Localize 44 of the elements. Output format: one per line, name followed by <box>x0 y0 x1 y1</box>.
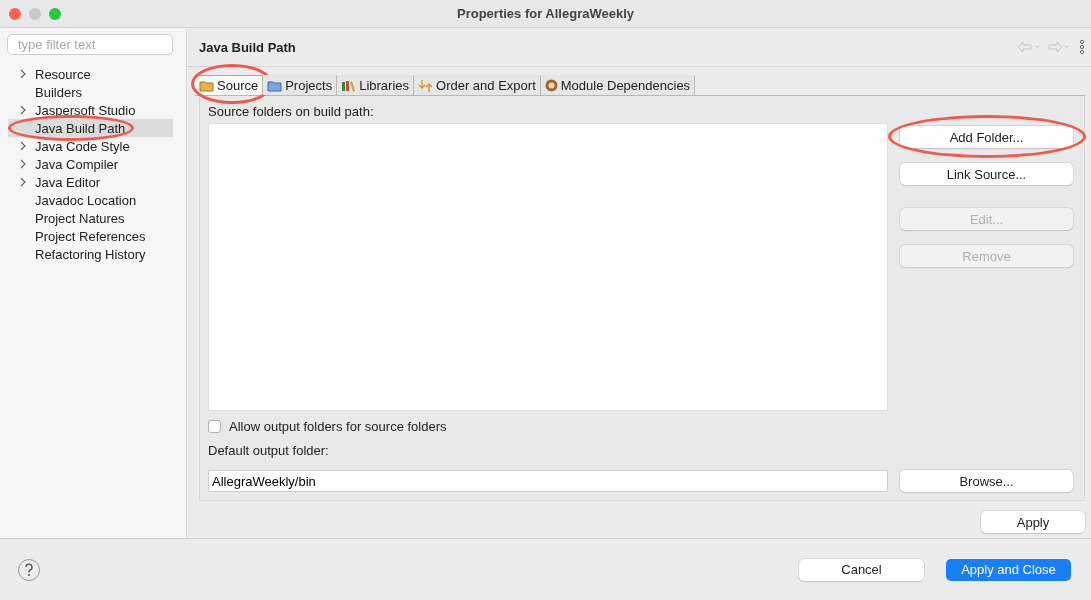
sidebar-item[interactable]: Jaspersoft Studio <box>8 101 173 119</box>
output-folder-label: Default output folder: <box>208 443 330 460</box>
tab[interactable]: Libraries <box>337 75 415 95</box>
back-icon[interactable] <box>1017 41 1041 53</box>
sidebar-item[interactable]: Builders <box>8 83 173 101</box>
tab[interactable]: Source <box>195 75 264 95</box>
source-folder-list[interactable] <box>208 123 888 411</box>
forward-icon[interactable] <box>1047 41 1071 53</box>
tab[interactable]: Order and Export <box>414 75 541 95</box>
checkbox[interactable] <box>208 419 221 433</box>
side-button[interactable]: Add Folder... <box>900 126 1073 148</box>
sidebar-item[interactable]: Javadoc Location <box>8 191 173 209</box>
list-label: Source folders on build path: <box>208 104 375 121</box>
cancel-button[interactable]: Cancel <box>799 558 924 581</box>
checkbox-label: Allow output folders for source folders <box>229 418 447 434</box>
sidebar-item[interactable]: Refactoring History <box>8 245 173 263</box>
sidebar-item[interactable]: Project References <box>8 227 173 245</box>
close-icon[interactable] <box>9 8 21 20</box>
more-icon[interactable] <box>1079 40 1085 54</box>
sidebar-item[interactable]: Project Natures <box>8 209 173 227</box>
apply-and-close-button[interactable]: Apply and Close <box>946 558 1071 581</box>
sidebar-item[interactable]: Java Build Path <box>8 119 173 137</box>
folder-icon <box>267 79 283 92</box>
output-folder-field[interactable]: AllegraWeekly/bin <box>208 470 888 492</box>
chevron-icon <box>20 69 27 79</box>
apply-button[interactable]: Apply <box>981 511 1085 533</box>
module-icon <box>544 79 558 92</box>
browse-button[interactable]: Browse... <box>900 470 1073 492</box>
side-button[interactable]: Link Source... <box>900 163 1073 185</box>
sidebar-item[interactable]: Java Code Style <box>8 137 173 155</box>
tab[interactable]: Module Dependencies <box>540 75 696 95</box>
tab[interactable]: Projects <box>263 75 338 95</box>
page-title: Java Build Path <box>199 39 297 55</box>
minimize-icon[interactable] <box>29 8 41 20</box>
arrows-icon <box>418 78 434 93</box>
filter-field[interactable]: type filter text <box>7 34 173 55</box>
folder-icon <box>199 79 214 92</box>
window-title: Properties for AllegraWeekly <box>456 6 635 21</box>
zoom-icon[interactable] <box>49 8 61 20</box>
sidebar-item[interactable]: Java Editor <box>8 173 173 191</box>
sidebar-item[interactable]: Java Compiler <box>8 155 173 173</box>
sidebar-item[interactable]: Resource <box>8 65 173 83</box>
chevron-icon <box>20 105 27 115</box>
books-icon <box>341 79 357 92</box>
